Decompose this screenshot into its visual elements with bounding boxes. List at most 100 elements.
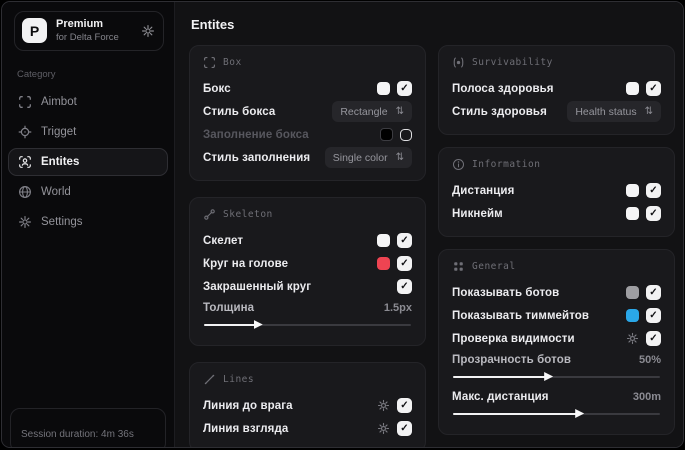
- color-swatch[interactable]: [626, 82, 639, 95]
- fill-style-select[interactable]: Single color ⇅: [324, 147, 412, 168]
- gear-icon[interactable]: [626, 332, 639, 345]
- box-frame-icon: [203, 56, 216, 69]
- sidebar-item-label: Aimbot: [41, 95, 77, 108]
- sidebar-item-entites[interactable]: Entites: [8, 147, 168, 176]
- app-window: P Premium for Delta Force Category Aimbo…: [1, 1, 684, 448]
- max-distance-value: 300m: [632, 391, 661, 403]
- gear-icon[interactable]: [377, 422, 390, 435]
- color-swatch[interactable]: [626, 184, 639, 197]
- sidebar-item-world[interactable]: World: [8, 178, 168, 206]
- health-style-select[interactable]: Health status ⇅: [567, 101, 661, 122]
- color-swatch[interactable]: [380, 128, 393, 141]
- sidebar-item-label: Trigget: [41, 125, 77, 138]
- panel-title: General: [472, 261, 516, 272]
- bot-opacity-value: 50%: [638, 354, 661, 366]
- setting-row-bot-opacity: Прозрачность ботов 50%: [452, 354, 661, 366]
- color-swatch[interactable]: [377, 257, 390, 270]
- checkbox-checked[interactable]: [397, 421, 412, 436]
- scan-frame-icon: [18, 95, 32, 109]
- checkbox-checked[interactable]: [646, 206, 661, 221]
- sidebar-nav: Aimbot Trigget Entites World Settings: [2, 88, 174, 236]
- focus-circle-icon: [452, 56, 465, 69]
- setting-row-thickness: Толщина 1.5px: [203, 302, 412, 314]
- setting-row-head-circle: Круг на голове: [203, 252, 412, 275]
- panel-title: Survivability: [472, 57, 553, 68]
- sidebar-item-label: Settings: [41, 215, 83, 228]
- sidebar-item-trigget[interactable]: Trigget: [8, 118, 168, 146]
- checkbox-checked[interactable]: [646, 183, 661, 198]
- main-content: Entites Box Бокс ✓ Стиль бокса Rectangle…: [175, 2, 683, 447]
- checkbox-checked[interactable]: [397, 256, 412, 271]
- panel-box: Box Бокс Стиль бокса Rectangle ⇅: [189, 45, 426, 181]
- bone-icon: [203, 208, 216, 221]
- category-label: Category: [17, 68, 56, 80]
- setting-row-show-teammates: Показывать тиммейтов: [452, 304, 661, 327]
- app-subtitle: for Delta Force: [56, 31, 119, 43]
- setting-row-box-style: Стиль бокса Rectangle ⇅: [203, 100, 412, 123]
- checkbox-checked[interactable]: [646, 81, 661, 96]
- slider-thumb[interactable]: [575, 409, 585, 418]
- max-distance-slider[interactable]: [453, 409, 660, 418]
- updown-icon: ⇅: [395, 106, 404, 117]
- setting-row-visibility-check: Проверка видимости: [452, 327, 661, 350]
- checkbox-checked[interactable]: [397, 81, 412, 96]
- logo-card: P Premium for Delta Force: [14, 11, 164, 51]
- setting-row-max-distance: Макс. дистанция 300m: [452, 391, 661, 403]
- page-title: Entites: [191, 17, 235, 32]
- panel-skeleton: Skeleton Скелет Круг на голове: [189, 197, 426, 346]
- checkbox-checked[interactable]: [646, 308, 661, 323]
- setting-row-box-fill: Заполнение бокса: [203, 123, 412, 146]
- grid-icon: [452, 260, 465, 273]
- setting-row-skeleton: Скелет: [203, 229, 412, 252]
- checkbox-checked[interactable]: [646, 331, 661, 346]
- color-swatch[interactable]: [377, 82, 390, 95]
- updown-icon: ⇅: [395, 152, 404, 163]
- panel-title: Information: [472, 159, 541, 170]
- gear-icon[interactable]: [377, 399, 390, 412]
- checkbox-checked[interactable]: [646, 285, 661, 300]
- setting-row-distance: Дистанция: [452, 179, 661, 202]
- updown-icon: ⇅: [644, 106, 653, 117]
- checkbox-checked[interactable]: [397, 398, 412, 413]
- checkbox-checked[interactable]: [397, 233, 412, 248]
- sidebar-item-aimbot[interactable]: Aimbot: [8, 88, 168, 116]
- setting-row-line-to-enemy: Линия до врага: [203, 394, 412, 417]
- setting-row-health-style: Стиль здоровья Health status ⇅: [452, 100, 661, 123]
- slider-thumb[interactable]: [544, 372, 554, 381]
- setting-row-nickname: Никнейм: [452, 202, 661, 225]
- panel-survivability: Survivability Полоса здоровья Стиль здор…: [438, 45, 675, 135]
- panel-title: Lines: [223, 374, 255, 385]
- diagonal-line-icon: [203, 373, 216, 386]
- sidebar: P Premium for Delta Force Category Aimbo…: [2, 2, 175, 447]
- app-title: Premium: [56, 18, 104, 30]
- color-swatch[interactable]: [626, 207, 639, 220]
- sidebar-item-label: World: [41, 185, 71, 198]
- gear-icon[interactable]: [141, 24, 155, 38]
- color-swatch[interactable]: [626, 286, 639, 299]
- box-style-select[interactable]: Rectangle ⇅: [332, 101, 412, 122]
- info-circle-icon: [452, 158, 465, 171]
- session-duration-card: Session duration: 4m 36s: [10, 408, 166, 447]
- color-swatch[interactable]: [377, 234, 390, 247]
- sidebar-item-settings[interactable]: Settings: [8, 208, 168, 236]
- checkbox-checked[interactable]: [397, 279, 412, 294]
- setting-row-box: Бокс: [203, 77, 412, 100]
- panel-lines: Lines Линия до врага Линия взгляда: [189, 362, 426, 447]
- app-logo: P: [22, 18, 47, 44]
- checkbox-unchecked[interactable]: [400, 128, 412, 141]
- setting-row-show-bots: Показывать ботов: [452, 281, 661, 304]
- session-duration-label: Session duration: 4m 36s: [21, 429, 134, 440]
- panel-title: Box: [223, 57, 242, 68]
- sidebar-item-label: Entites: [41, 155, 80, 168]
- thickness-value: 1.5px: [383, 302, 412, 314]
- slider-thumb[interactable]: [253, 320, 263, 329]
- panel-information: Information Дистанция Никнейм: [438, 147, 675, 237]
- gear-icon: [18, 215, 32, 229]
- panel-general: General Показывать ботов Показывать тимм…: [438, 249, 675, 435]
- bot-opacity-slider[interactable]: [453, 372, 660, 381]
- color-swatch[interactable]: [626, 309, 639, 322]
- thickness-slider[interactable]: [204, 320, 411, 329]
- setting-row-health-bar: Полоса здоровья: [452, 77, 661, 100]
- globe-icon: [18, 185, 32, 199]
- panel-title: Skeleton: [223, 209, 273, 220]
